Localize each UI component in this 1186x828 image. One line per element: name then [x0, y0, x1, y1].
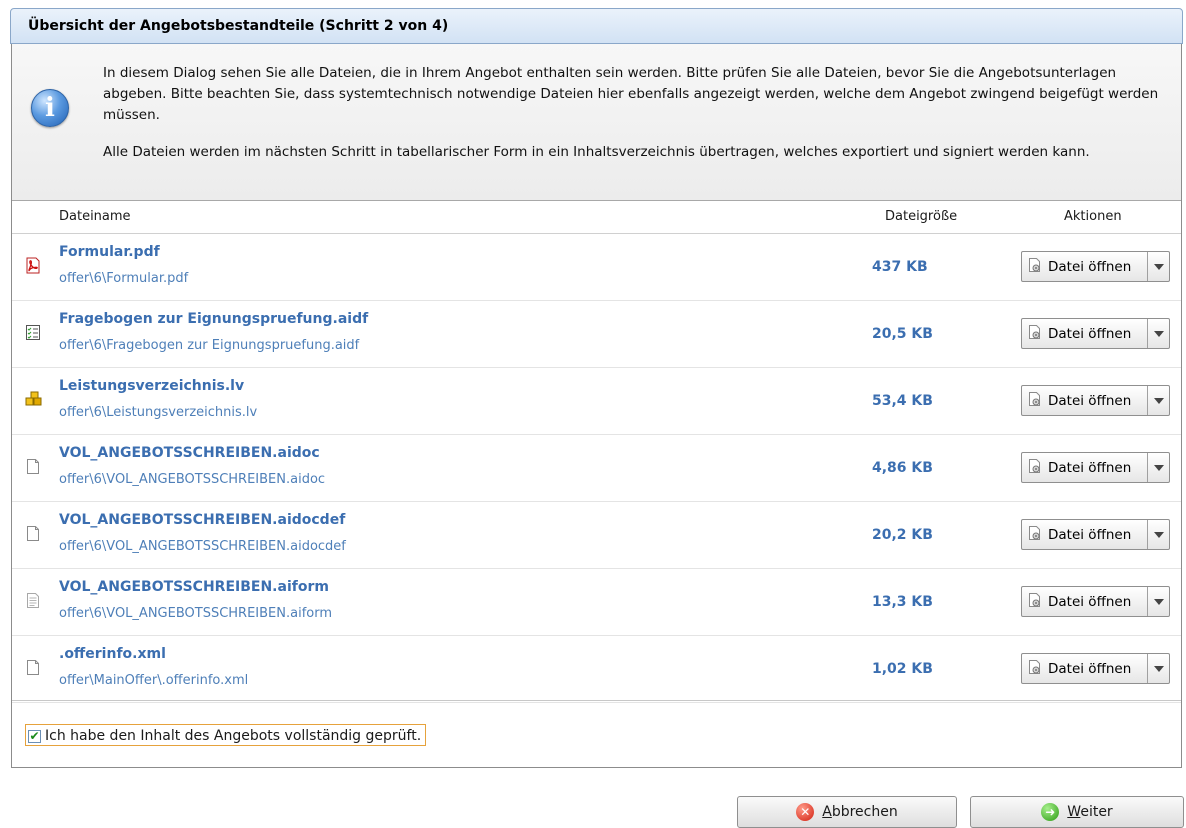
checklist-icon: [25, 324, 41, 341]
open-file-label: Datei öffnen: [1048, 526, 1132, 543]
open-file-label: Datei öffnen: [1048, 459, 1132, 476]
file-path: offer\6\VOL_ANGEBOTSSCHREIBEN.aidocdef: [59, 539, 346, 554]
file-name[interactable]: VOL_ANGEBOTSSCHREIBEN.aiform: [59, 579, 329, 595]
chevron-down-icon[interactable]: [1147, 587, 1169, 616]
file-path: offer\6\Leistungsverzeichnis.lv: [59, 405, 258, 420]
open-file-button[interactable]: Datei öffnen: [1022, 386, 1147, 415]
blank-file-icon: [25, 525, 41, 542]
info-paragraph-2: Alle Dateien werden im nächsten Schritt …: [103, 144, 1090, 160]
text-file-icon: [25, 592, 41, 609]
info-paragraph-1: In diesem Dialog sehen Sie alle Dateien,…: [103, 65, 1159, 123]
open-file-label: Datei öffnen: [1048, 593, 1132, 610]
file-path: offer\6\VOL_ANGEBOTSSCHREIBEN.aidoc: [59, 472, 326, 487]
table-row[interactable]: VOL_ANGEBOTSSCHREIBEN.aidoc offer\6\VOL_A…: [12, 435, 1181, 502]
table-row[interactable]: Leistungsverzeichnis.lv offer\6\Leistungs…: [12, 368, 1181, 435]
file-name[interactable]: Fragebogen zur Eignungspruefung.aidf: [59, 311, 368, 327]
file-name[interactable]: .offerinfo.xml: [59, 646, 166, 662]
open-file-split-button[interactable]: Datei öffnen: [1021, 586, 1170, 617]
chevron-down-icon[interactable]: [1147, 654, 1169, 683]
table-row[interactable]: VOL_ANGEBOTSSCHREIBEN.aiform offer\6\VOL_…: [12, 569, 1181, 636]
table-row[interactable]: Fragebogen zur Eignungspruefung.aidf offe…: [12, 301, 1181, 368]
file-size: 437 KB: [872, 259, 928, 275]
file-size: 53,4 KB: [872, 393, 933, 409]
open-file-split-button[interactable]: Datei öffnen: [1021, 318, 1170, 349]
dialog-panel: i In diesem Dialog sehen Sie alle Dateie…: [11, 44, 1182, 768]
cancel-button[interactable]: ✕ Abbrechen: [737, 796, 957, 828]
open-file-label: Datei öffnen: [1048, 660, 1132, 677]
file-size: 20,5 KB: [872, 326, 933, 342]
open-file-split-button[interactable]: Datei öffnen: [1021, 519, 1170, 550]
confirm-checkbox-wrapper[interactable]: ✔ Ich habe den Inhalt des Angebots volls…: [25, 724, 427, 746]
next-button[interactable]: ➜ Weiter: [970, 796, 1184, 828]
confirm-label[interactable]: Ich habe den Inhalt des Angebots vollstä…: [45, 728, 421, 744]
checkmark-icon: ✔: [29, 729, 40, 743]
blank-file-icon: [25, 458, 41, 475]
cancel-button-label: Abbrechen: [822, 804, 898, 820]
open-file-button[interactable]: Datei öffnen: [1022, 654, 1147, 683]
chevron-down-icon[interactable]: [1147, 453, 1169, 482]
chevron-down-icon[interactable]: [1147, 252, 1169, 281]
column-header-size[interactable]: Dateigröße: [885, 209, 957, 224]
open-file-split-button[interactable]: Datei öffnen: [1021, 653, 1170, 684]
file-name[interactable]: Leistungsverzeichnis.lv: [59, 378, 244, 394]
file-path: offer\6\VOL_ANGEBOTSSCHREIBEN.aiform: [59, 606, 333, 621]
arrow-right-icon: ➜: [1041, 803, 1060, 821]
pdf-icon: [25, 257, 41, 274]
file-name[interactable]: VOL_ANGEBOTSSCHREIBEN.aidocdef: [59, 512, 345, 528]
open-file-button[interactable]: Datei öffnen: [1022, 587, 1147, 616]
table-row[interactable]: VOL_ANGEBOTSSCHREIBEN.aidocdef offer\6\VO…: [12, 502, 1181, 569]
info-icon: i: [31, 89, 69, 127]
open-file-button[interactable]: Datei öffnen: [1022, 453, 1147, 482]
open-file-icon: [1028, 458, 1048, 478]
open-file-icon: [1028, 391, 1048, 411]
table-row[interactable]: .offerinfo.xml offer\MainOffer\.offerinfo…: [12, 636, 1181, 703]
file-list: Formular.pdf offer\6\Formular.pdf 437 KB Da…: [12, 234, 1181, 703]
table-row[interactable]: Formular.pdf offer\6\Formular.pdf 437 KB Da…: [12, 234, 1181, 301]
blocks-icon: [25, 391, 42, 408]
chevron-down-icon[interactable]: [1147, 319, 1169, 348]
file-path: offer\6\Formular.pdf: [59, 271, 189, 286]
open-file-button[interactable]: Datei öffnen: [1022, 252, 1147, 281]
open-file-split-button[interactable]: Datei öffnen: [1021, 385, 1170, 416]
file-size: 20,2 KB: [872, 527, 933, 543]
cancel-icon: ✕: [796, 803, 815, 821]
open-file-icon: [1028, 257, 1048, 277]
open-file-label: Datei öffnen: [1048, 325, 1132, 342]
file-size: 1,02 KB: [872, 661, 933, 677]
open-file-icon: [1028, 324, 1048, 344]
column-header-actions: Aktionen: [1064, 209, 1122, 224]
open-file-split-button[interactable]: Datei öffnen: [1021, 452, 1170, 483]
open-file-icon: [1028, 525, 1048, 545]
open-file-label: Datei öffnen: [1048, 392, 1132, 409]
dialog-title: Übersicht der Angebotsbestandteile (Schr…: [10, 8, 1183, 44]
file-size: 13,3 KB: [872, 594, 933, 610]
file-name[interactable]: VOL_ANGEBOTSSCHREIBEN.aidoc: [59, 445, 320, 461]
blank-file-icon: [25, 659, 41, 676]
open-file-split-button[interactable]: Datei öffnen: [1021, 251, 1170, 282]
table-header: Dateiname Dateigröße Aktionen: [12, 201, 1181, 234]
column-header-name[interactable]: Dateiname: [59, 209, 131, 224]
chevron-down-icon[interactable]: [1147, 386, 1169, 415]
open-file-icon: [1028, 592, 1048, 612]
file-path: offer\6\Fragebogen zur Eignungspruefung.…: [59, 338, 360, 353]
open-file-button[interactable]: Datei öffnen: [1022, 520, 1147, 549]
open-file-button[interactable]: Datei öffnen: [1022, 319, 1147, 348]
confirm-area: ✔ Ich habe den Inhalt des Angebots volls…: [12, 700, 1181, 768]
info-text: In diesem Dialog sehen Sie alle Dateien,…: [103, 63, 1163, 179]
file-name[interactable]: Formular.pdf: [59, 244, 160, 260]
open-file-icon: [1028, 659, 1048, 679]
confirm-checkbox[interactable]: ✔: [28, 729, 41, 743]
file-path: offer\MainOffer\.offerinfo.xml: [59, 673, 249, 688]
open-file-label: Datei öffnen: [1048, 258, 1132, 275]
chevron-down-icon[interactable]: [1147, 520, 1169, 549]
file-size: 4,86 KB: [872, 460, 933, 476]
info-box: i In diesem Dialog sehen Sie alle Dateie…: [12, 44, 1181, 201]
next-button-label: Weiter: [1067, 804, 1113, 820]
